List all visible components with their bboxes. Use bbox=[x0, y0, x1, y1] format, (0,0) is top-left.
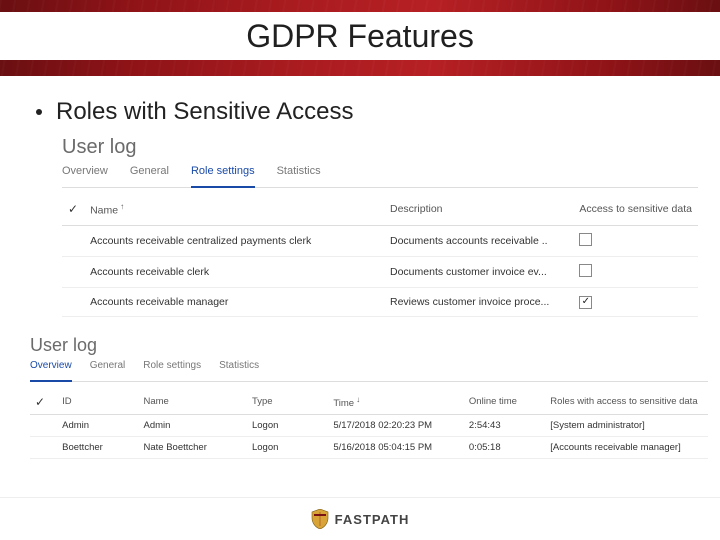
brand-logo: FASTPATH bbox=[311, 509, 410, 529]
col-select[interactable]: ✓ bbox=[30, 390, 57, 415]
cell-id: Admin bbox=[57, 414, 138, 436]
col-online[interactable]: Online time bbox=[464, 390, 545, 415]
cell-name: Accounts receivable centralized payments… bbox=[84, 225, 384, 256]
tab-role-settings[interactable]: Role settings bbox=[191, 165, 255, 188]
panel2-tabs: Overview General Role settings Statistic… bbox=[30, 360, 708, 382]
tab-overview[interactable]: Overview bbox=[62, 165, 108, 181]
cell-description: Documents accounts receivable .. bbox=[384, 225, 573, 256]
bullet-text: Roles with Sensitive Access bbox=[56, 98, 353, 126]
cell-online: 0:05:18 bbox=[464, 436, 545, 458]
sort-desc-icon: ↓ bbox=[356, 395, 360, 404]
cell-name: Accounts receivable manager bbox=[84, 287, 384, 316]
checkbox[interactable] bbox=[579, 264, 592, 277]
checkbox-checked[interactable]: ✓ bbox=[579, 296, 592, 309]
table-row[interactable]: Boettcher Nate Boettcher Logon 5/16/2018… bbox=[30, 436, 708, 458]
table-header-row: ✓ ID Name Type Time↓ Online time Roles w… bbox=[30, 390, 708, 415]
col-id[interactable]: ID bbox=[57, 390, 138, 415]
col-name[interactable]: Name bbox=[139, 390, 247, 415]
userlog-table: ✓ ID Name Type Time↓ Online time Roles w… bbox=[30, 390, 708, 459]
table-row[interactable]: Accounts receivable manager Reviews cust… bbox=[62, 287, 698, 316]
col-select[interactable]: ✓ bbox=[62, 196, 84, 225]
shield-icon bbox=[311, 509, 329, 529]
col-roles[interactable]: Roles with access to sensitive data bbox=[545, 390, 708, 415]
cell-name: Admin bbox=[139, 414, 247, 436]
tab-overview[interactable]: Overview bbox=[30, 360, 72, 382]
title-banner: GDPR Features bbox=[0, 0, 720, 76]
panel2-heading: User log bbox=[30, 335, 708, 356]
cell-online: 2:54:43 bbox=[464, 414, 545, 436]
cell-name: Nate Boettcher bbox=[139, 436, 247, 458]
col-description[interactable]: Description bbox=[384, 196, 573, 225]
col-name[interactable]: Name↑ bbox=[84, 196, 384, 225]
table-row[interactable]: Accounts receivable centralized payments… bbox=[62, 225, 698, 256]
cell-time: 5/16/2018 05:04:15 PM bbox=[328, 436, 464, 458]
cell-access bbox=[573, 256, 698, 287]
slide: GDPR Features Roles with Sensitive Acces… bbox=[0, 0, 720, 540]
cell-roles: [System administrator] bbox=[545, 414, 708, 436]
tab-general[interactable]: General bbox=[130, 165, 169, 181]
cell-access bbox=[573, 225, 698, 256]
checkbox[interactable] bbox=[579, 233, 592, 246]
col-type[interactable]: Type bbox=[247, 390, 328, 415]
user-log-panel-overview: User log Overview General Role settings … bbox=[30, 335, 708, 459]
table-row[interactable]: Accounts receivable clerk Documents cust… bbox=[62, 256, 698, 287]
col-access[interactable]: Access to sensitive data bbox=[573, 196, 698, 225]
tab-statistics[interactable]: Statistics bbox=[277, 165, 321, 181]
footer: FASTPATH bbox=[0, 497, 720, 540]
panel1-heading: User log bbox=[62, 136, 698, 159]
user-log-panel-roles: User log Overview General Role settings … bbox=[62, 136, 698, 317]
panel1-tabs: Overview General Role settings Statistic… bbox=[62, 165, 698, 188]
cell-description: Documents customer invoice ev... bbox=[384, 256, 573, 287]
col-time[interactable]: Time↓ bbox=[328, 390, 464, 415]
roles-table: ✓ Name↑ Description Access to sensitive … bbox=[62, 196, 698, 317]
bullet-row: Roles with Sensitive Access bbox=[36, 98, 720, 126]
table-row[interactable]: Admin Admin Logon 5/17/2018 02:20:23 PM … bbox=[30, 414, 708, 436]
table-header-row: ✓ Name↑ Description Access to sensitive … bbox=[62, 196, 698, 225]
tab-general[interactable]: General bbox=[90, 360, 126, 375]
bullet-icon bbox=[36, 109, 42, 115]
tab-role-settings[interactable]: Role settings bbox=[143, 360, 201, 375]
cell-type: Logon bbox=[247, 414, 328, 436]
brand-name: FASTPATH bbox=[335, 512, 410, 527]
sort-asc-icon: ↑ bbox=[120, 202, 124, 211]
tab-statistics[interactable]: Statistics bbox=[219, 360, 259, 375]
cell-type: Logon bbox=[247, 436, 328, 458]
slide-title: GDPR Features bbox=[246, 18, 474, 55]
cell-access: ✓ bbox=[573, 287, 698, 316]
title-bar: GDPR Features bbox=[0, 12, 720, 60]
cell-roles: [Accounts receivable manager] bbox=[545, 436, 708, 458]
cell-description: Reviews customer invoice proce... bbox=[384, 287, 573, 316]
cell-id: Boettcher bbox=[57, 436, 138, 458]
checkmark-icon: ✓ bbox=[68, 202, 78, 216]
checkmark-icon: ✓ bbox=[35, 395, 45, 409]
cell-name: Accounts receivable clerk bbox=[84, 256, 384, 287]
cell-time: 5/17/2018 02:20:23 PM bbox=[328, 414, 464, 436]
